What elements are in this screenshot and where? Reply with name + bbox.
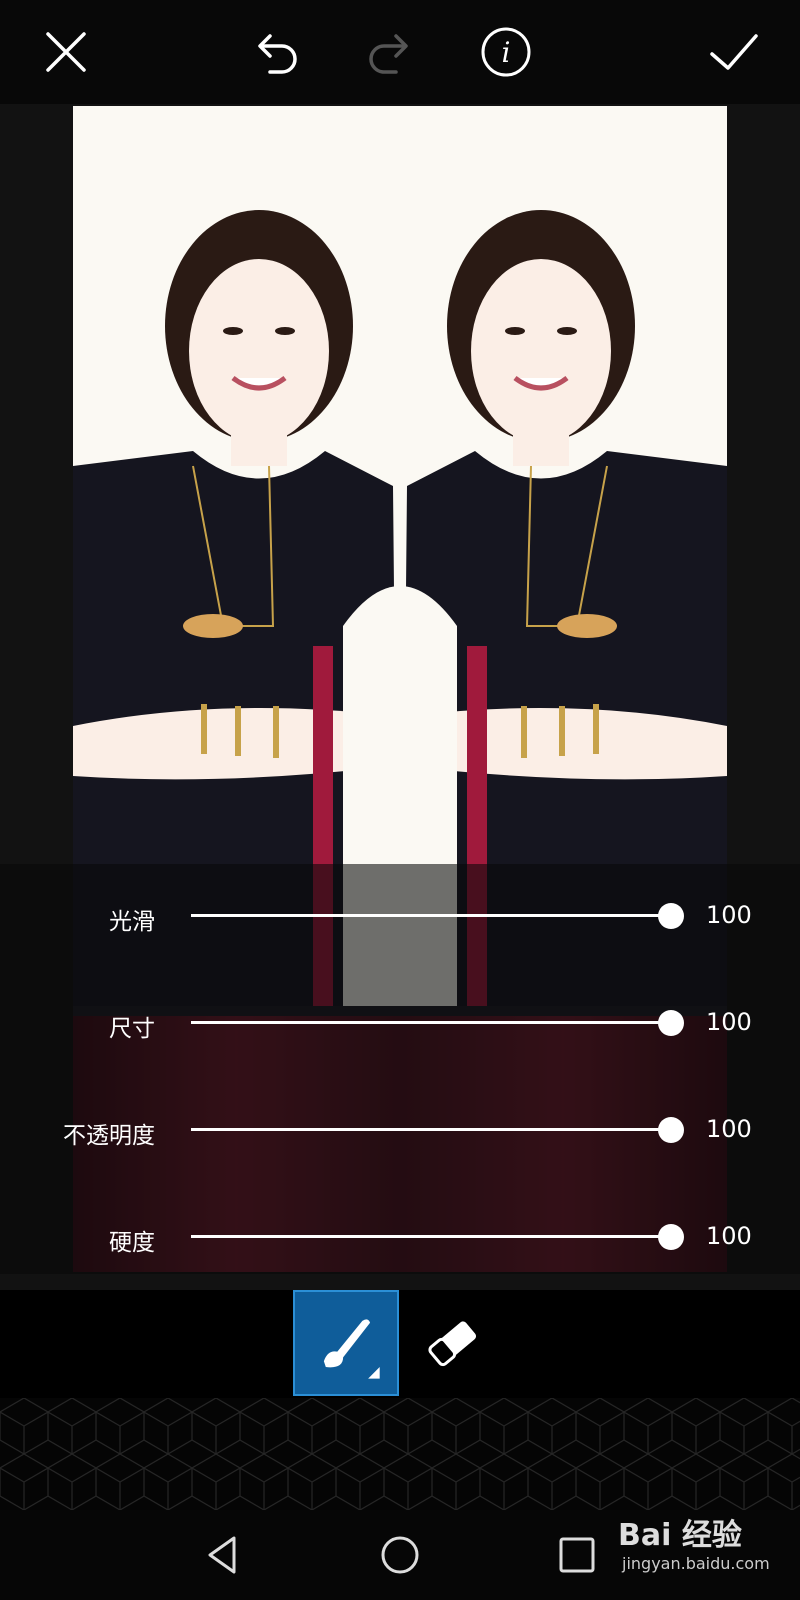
recents-square-icon[interactable]: [552, 1530, 602, 1580]
smoothness-slider[interactable]: [191, 914, 671, 917]
svg-text:i: i: [502, 36, 511, 69]
check-icon[interactable]: [706, 24, 762, 80]
slider-value: 100: [706, 1008, 752, 1036]
opacity-slider-handle[interactable]: [658, 1117, 684, 1143]
size-slider-handle[interactable]: [658, 1010, 684, 1036]
slider-value: 100: [706, 901, 752, 929]
info-icon[interactable]: i: [478, 24, 534, 80]
home-circle-icon[interactable]: [375, 1530, 425, 1580]
top-toolbar: i: [0, 0, 800, 104]
back-triangle-icon[interactable]: [198, 1530, 248, 1580]
slider-value: 100: [706, 1115, 752, 1143]
smoothness-slider-row: 光滑 100: [0, 886, 800, 946]
undo-icon[interactable]: [248, 24, 304, 80]
tool-selector: [0, 1290, 800, 1398]
watermark-text: Bai 经验: [618, 1518, 742, 1553]
redo-icon[interactable]: [362, 24, 418, 80]
hardness-slider-handle[interactable]: [658, 1224, 684, 1250]
hardness-slider[interactable]: [191, 1235, 671, 1238]
hardness-slider-row: 硬度 100: [0, 1207, 800, 1267]
baidu-watermark: Bai 经验 jingyan.baidu.com: [612, 1498, 792, 1588]
opacity-slider[interactable]: [191, 1128, 671, 1131]
size-slider-row: 尺寸 100: [0, 993, 800, 1053]
brush-icon: [323, 1319, 380, 1379]
slider-label: 尺寸: [109, 1016, 155, 1042]
eraser-icon: [428, 1321, 477, 1367]
slider-label: 不透明度: [63, 1123, 155, 1149]
slider-label: 硬度: [109, 1230, 155, 1256]
watermark-url: jingyan.baidu.com: [622, 1554, 770, 1573]
smoothness-slider-handle[interactable]: [658, 903, 684, 929]
brush-tool-button[interactable]: [293, 1290, 399, 1396]
opacity-slider-row: 不透明度 100: [0, 1100, 800, 1160]
size-slider[interactable]: [191, 1021, 671, 1024]
brush-settings-panel: 光滑 100 尺寸 100 不透明度 100 硬度 100: [0, 864, 800, 1274]
slider-value: 100: [706, 1222, 752, 1250]
eraser-tool-button[interactable]: [418, 1308, 488, 1378]
slider-label: 光滑: [109, 909, 155, 935]
close-icon[interactable]: [38, 24, 94, 80]
decorative-pattern: [0, 1398, 800, 1510]
